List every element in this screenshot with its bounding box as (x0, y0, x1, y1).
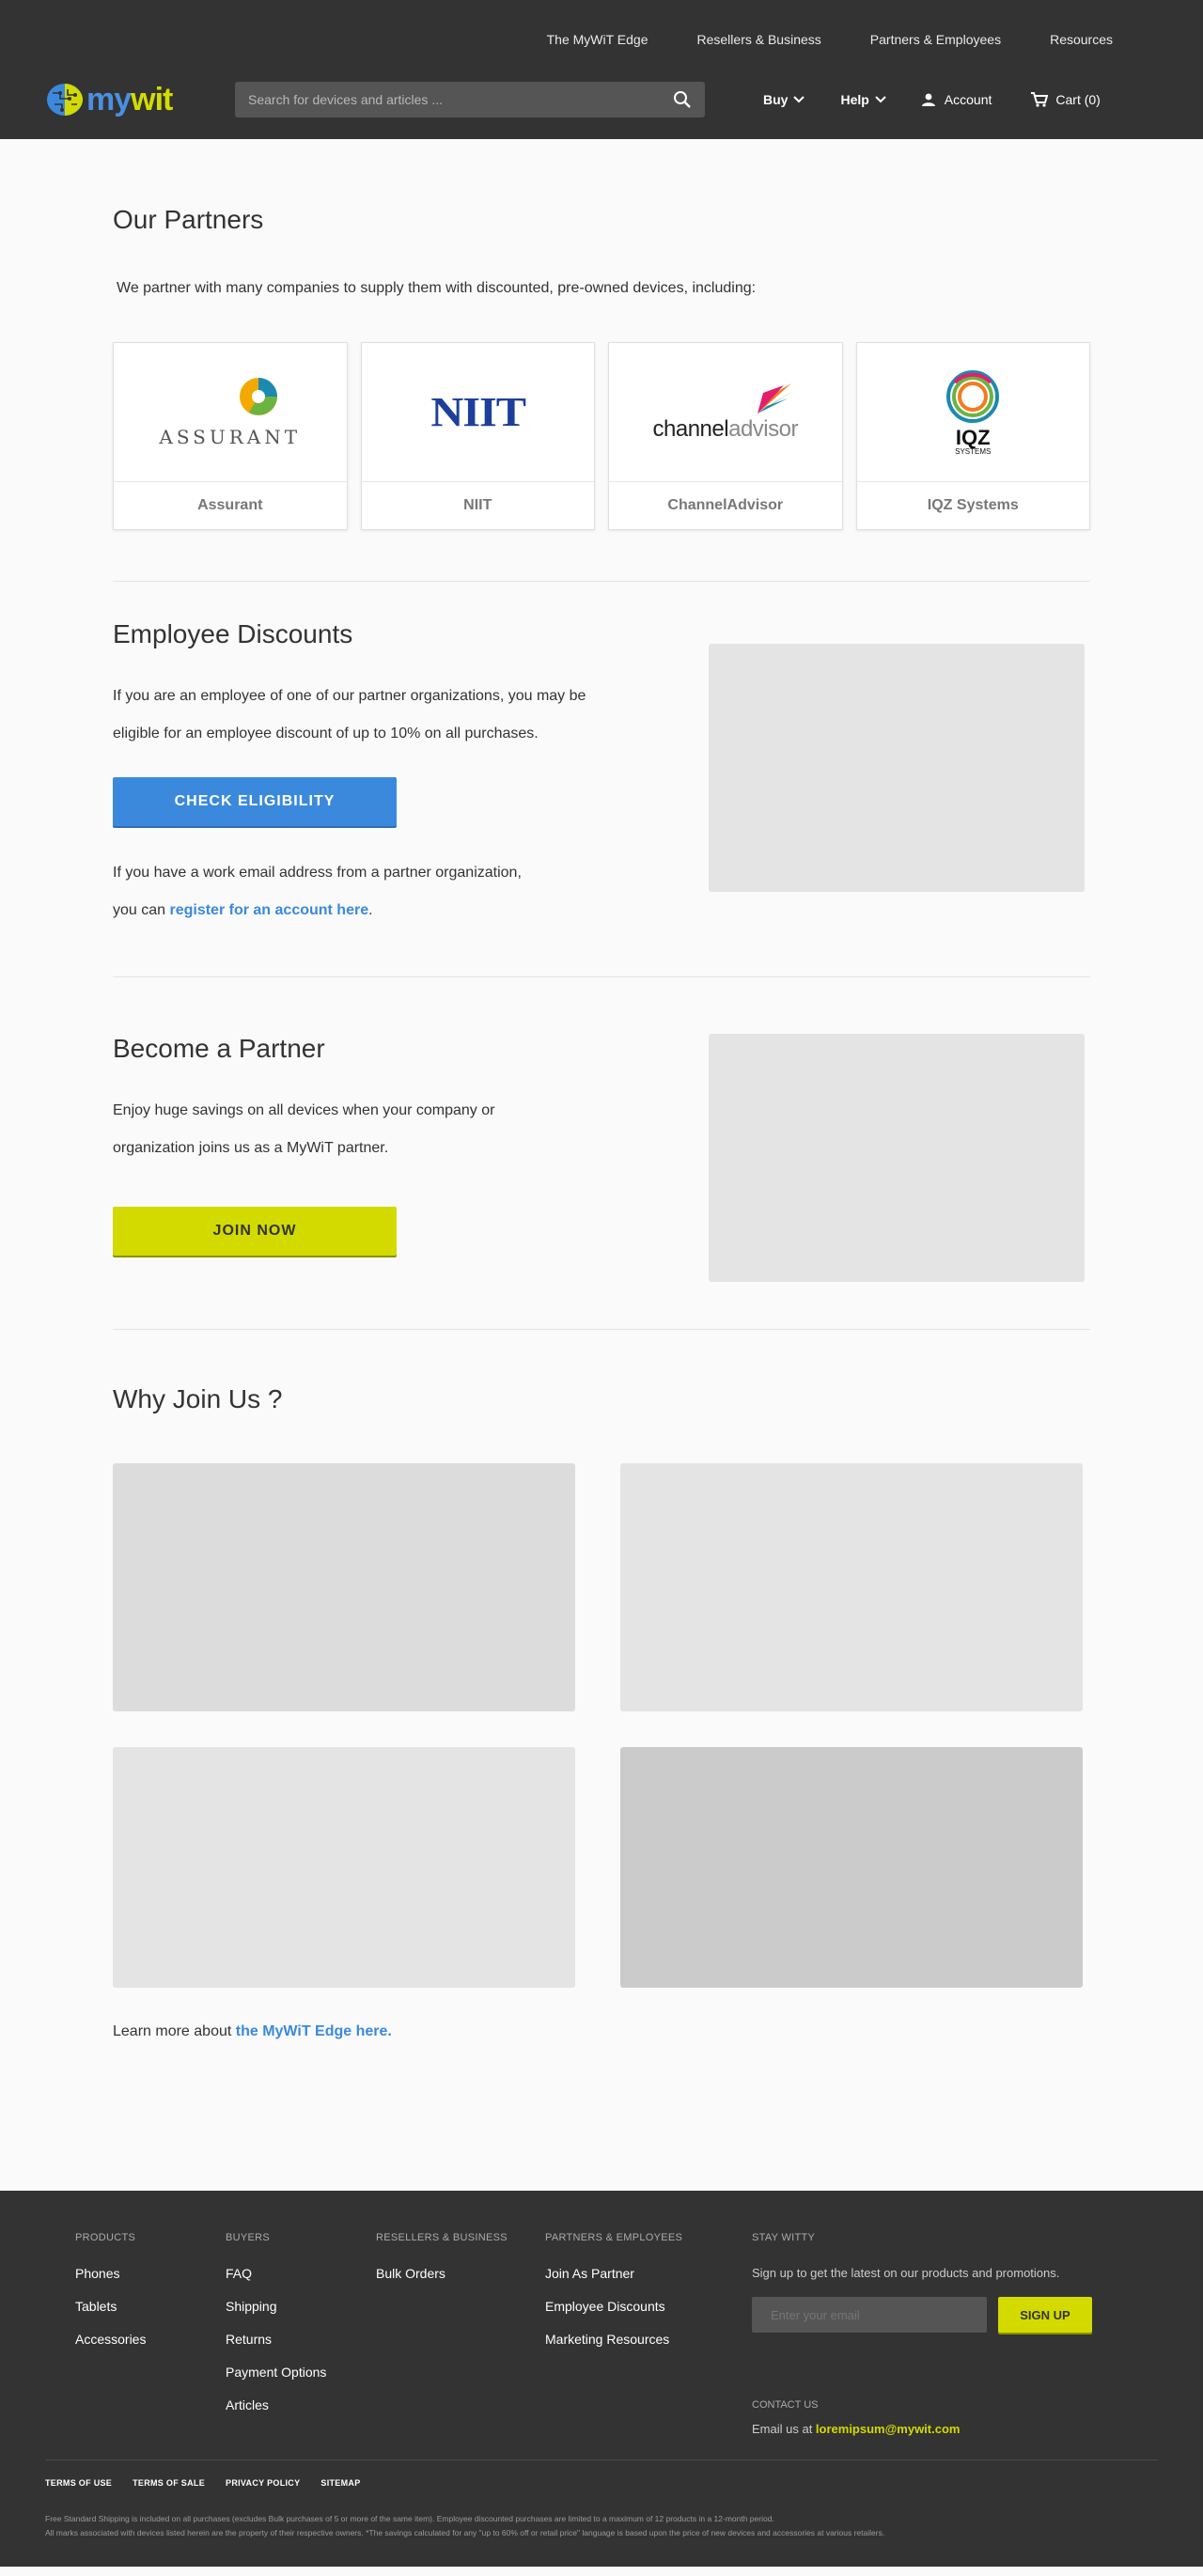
sitemap-link[interactable]: SITEMAP (320, 2478, 360, 2488)
become-text-line1: Enjoy huge savings on all devices when y… (113, 1102, 495, 1118)
why-join-grid (113, 1463, 1090, 1988)
footer-divider (45, 2459, 1158, 2460)
fine-print: Free Standard Shipping is included on al… (45, 2514, 885, 2537)
newsletter-email-input[interactable] (752, 2297, 987, 2333)
contact-email-link[interactable]: loremipsum@mywit.com (816, 2422, 961, 2436)
site-footer: PRODUCTS Phones Tablets Accessories BUYE… (0, 2191, 1203, 2567)
footer-link-phones[interactable]: Phones (75, 2266, 226, 2281)
cart-link[interactable]: Cart (0) (1031, 92, 1101, 107)
footer-buyers-col: BUYERS FAQ Shipping Returns Payment Opti… (226, 2232, 376, 2430)
footer-link-returns[interactable]: Returns (226, 2332, 376, 2347)
section-divider (113, 1329, 1090, 1330)
footer-link-shipping[interactable]: Shipping (226, 2299, 376, 2314)
why-join-image-1 (113, 1463, 575, 1711)
become-partner-image (709, 1034, 1085, 1282)
top-nav: The MyWiT Edge Resellers & Business Part… (498, 32, 1113, 47)
partner-name: Assurant (197, 497, 263, 513)
footer-link-bulk-orders[interactable]: Bulk Orders (376, 2266, 545, 2281)
become-text-line2: organization joins us as a MyWiT partner… (113, 1140, 389, 1156)
footer-link-join-partner[interactable]: Join As Partner (545, 2266, 752, 2281)
footer-link-employee-discounts[interactable]: Employee Discounts (545, 2299, 752, 2314)
mywit-edge-link[interactable]: the MyWiT Edge here. (236, 2023, 392, 2039)
why-join-image-2 (620, 1463, 1083, 1711)
terms-of-sale-link[interactable]: TERMS OF SALE (133, 2478, 205, 2488)
partner-name: ChannelAdvisor (667, 497, 784, 513)
iqz-logo: IQZ SYSTEMS (856, 343, 1089, 482)
mywit-logo[interactable]: mywit (45, 80, 235, 119)
topnav-mywit-edge[interactable]: The MyWiT Edge (547, 32, 648, 47)
why-join-image-4 (620, 1747, 1083, 1988)
site-header: The MyWiT Edge Resellers & Business Part… (0, 0, 1203, 139)
employee-text-line1: If you are an employee of one of our par… (113, 688, 586, 704)
search-bar[interactable]: Search for devices and articles ... (235, 82, 705, 117)
topnav-resources[interactable]: Resources (1050, 32, 1113, 47)
employee-discounts-title: Employee Discounts (113, 619, 353, 648)
newsletter-text: Sign up to get the latest on our product… (752, 2266, 1060, 2280)
help-menu[interactable]: Help (840, 92, 886, 107)
become-partner-title: Become a Partner (113, 1034, 325, 1063)
join-now-button[interactable]: JOIN NOW (113, 1207, 397, 1256)
learn-more-text: Learn more about the MyWiT Edge here. (113, 2023, 392, 2039)
sign-up-button[interactable]: SIGN UP (998, 2297, 1092, 2333)
footer-partners-col: PARTNERS & EMPLOYEES Join As Partner Emp… (545, 2232, 752, 2430)
brain-icon (45, 80, 85, 119)
footer-resellers-col: RESELLERS & BUSINESS Bulk Orders (376, 2232, 545, 2430)
person-icon (921, 93, 935, 106)
legal-links: TERMS OF USE TERMS OF SALE PRIVACY POLIC… (45, 2478, 382, 2488)
terms-of-use-link[interactable]: TERMS OF USE (45, 2478, 112, 2488)
main-content: Our Partners We partner with many compan… (113, 139, 1090, 2191)
partner-card-iqz[interactable]: IQZ SYSTEMS IQZ Systems (855, 342, 1090, 530)
privacy-policy-link[interactable]: PRIVACY POLICY (226, 2478, 300, 2488)
chevron-down-icon (793, 96, 805, 103)
partner-card-channeladvisor[interactable]: channeladvisor ChannelAdvisor (608, 342, 843, 530)
account-link[interactable]: Account (921, 92, 992, 107)
topnav-partners-employees[interactable]: Partners & Employees (870, 32, 1001, 47)
partners-intro: We partner with many companies to supply… (117, 280, 757, 296)
cart-icon (1031, 92, 1049, 107)
footer-products-col: PRODUCTS Phones Tablets Accessories (75, 2232, 226, 2430)
work-email-text: If you have a work email address from a … (113, 865, 522, 881)
footer-contact: CONTACT US Email us at loremipsum@mywit.… (752, 2399, 961, 2436)
search-input[interactable]: Search for devices and articles ... (248, 92, 673, 107)
buy-menu[interactable]: Buy (763, 92, 805, 107)
search-icon[interactable] (673, 90, 692, 109)
partner-name: IQZ Systems (927, 497, 1019, 513)
footer-link-accessories[interactable]: Accessories (75, 2332, 226, 2347)
section-divider (113, 581, 1090, 582)
footer-link-tablets[interactable]: Tablets (75, 2299, 226, 2314)
partner-card-assurant[interactable]: ASSURANT Assurant (113, 342, 348, 530)
why-join-title: Why Join Us ? (113, 1384, 283, 1413)
employee-image (709, 644, 1085, 892)
check-eligibility-button[interactable]: CHECK ELIGIBILITY (113, 777, 397, 826)
chevron-down-icon (875, 96, 886, 103)
our-partners-title: Our Partners (113, 205, 264, 234)
partner-cards: ASSURANT Assurant NIIT NIIT channeladvis… (113, 342, 1090, 530)
employee-text-line2: eligible for an employee discount of up … (113, 726, 539, 742)
partner-name: NIIT (463, 497, 492, 513)
section-divider (113, 976, 1090, 977)
footer-link-marketing-resources[interactable]: Marketing Resources (545, 2332, 752, 2347)
footer-link-faq[interactable]: FAQ (226, 2266, 376, 2281)
topnav-resellers-business[interactable]: Resellers & Business (697, 32, 821, 47)
register-text: you can register for an account here. (113, 902, 373, 918)
why-join-image-3 (113, 1747, 575, 1988)
niit-logo: NIIT (361, 343, 594, 482)
register-account-link[interactable]: register for an account here (169, 902, 368, 918)
assurant-logo: ASSURANT (114, 343, 347, 482)
channeladvisor-logo: channeladvisor (609, 343, 842, 482)
logo-wordmark: mywit (86, 81, 173, 117)
footer-link-payment-options[interactable]: Payment Options (226, 2365, 376, 2380)
footer-link-articles[interactable]: Articles (226, 2397, 376, 2412)
partner-card-niit[interactable]: NIIT NIIT (360, 342, 595, 530)
